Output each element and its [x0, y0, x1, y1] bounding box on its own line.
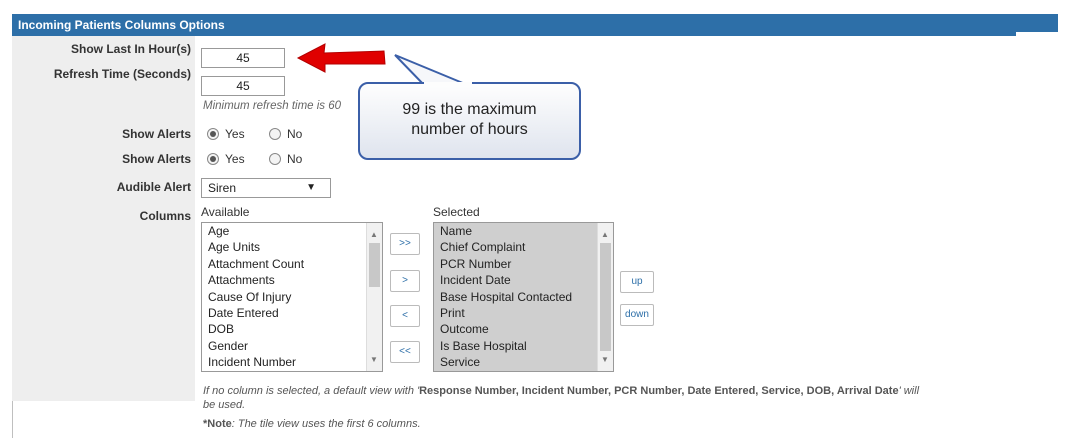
red-arrow-icon [296, 43, 386, 73]
callout-line1: 99 is the maximum [402, 101, 537, 118]
callout-seam [424, 82, 472, 86]
annotation-callout: 99 is the maximum number of hours [358, 82, 581, 160]
annotation-overlay [296, 43, 471, 87]
callout-line2: number of hours [411, 121, 528, 138]
